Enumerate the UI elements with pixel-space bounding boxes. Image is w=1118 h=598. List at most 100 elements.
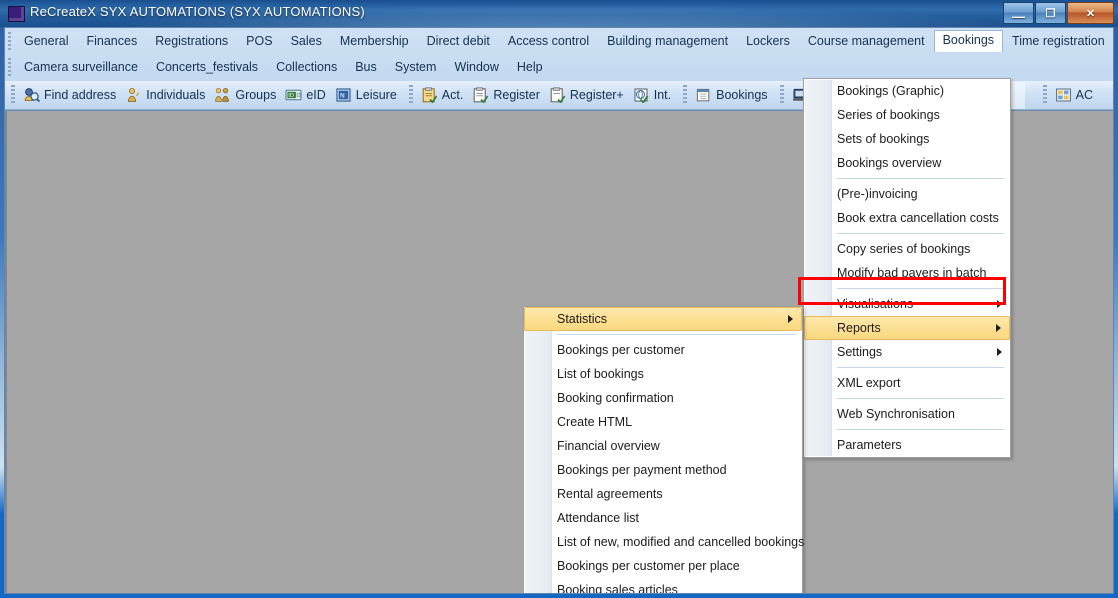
menu-bar-row-1: General Finances Registrations POS Sales… bbox=[5, 28, 1113, 54]
toolbar-int-label: Int. bbox=[654, 88, 671, 102]
menu-membership[interactable]: Membership bbox=[331, 31, 418, 52]
menu-item-parameters[interactable]: Parameters bbox=[804, 433, 1010, 457]
menu-collections[interactable]: Collections bbox=[267, 57, 346, 78]
minimize-button[interactable]: — bbox=[1003, 2, 1034, 24]
menu-course-management[interactable]: Course management bbox=[799, 31, 934, 52]
menu-separator bbox=[837, 178, 1004, 179]
maximize-button[interactable]: ❐ bbox=[1035, 2, 1066, 24]
menu-item-settings[interactable]: Settings bbox=[804, 340, 1010, 364]
activity-clipboard-icon bbox=[421, 87, 438, 103]
toolbar-register-plus-label: Register+ bbox=[570, 88, 624, 102]
toolbar-act-button[interactable]: Act. bbox=[418, 85, 470, 105]
menu-item-pre-invoicing[interactable]: (Pre-)invoicing bbox=[804, 182, 1010, 206]
menu-item-visualisations-label: Visualisations bbox=[837, 297, 913, 311]
toolbar-register-plus-button[interactable]: Register+ bbox=[546, 85, 630, 105]
menu-window[interactable]: Window bbox=[445, 57, 507, 78]
menu-item-series-of-bookings[interactable]: Series of bookings bbox=[804, 103, 1010, 127]
submenu-item-bookings-per-payment-method[interactable]: Bookings per payment method bbox=[524, 458, 802, 482]
toolbar-ac-button[interactable]: AC bbox=[1052, 85, 1099, 105]
menu-separator bbox=[557, 334, 796, 335]
menu-direct-debit[interactable]: Direct debit bbox=[418, 31, 499, 52]
maximize-icon: ❐ bbox=[1036, 3, 1065, 23]
toolbar-int-button[interactable]: Int. bbox=[630, 85, 677, 105]
toolbar-grip-3[interactable] bbox=[683, 85, 687, 105]
menu-item-settings-label: Settings bbox=[837, 345, 882, 359]
menu-item-copy-series-of-bookings[interactable]: Copy series of bookings bbox=[804, 237, 1010, 261]
toolbar-grip-1[interactable] bbox=[11, 85, 15, 105]
menu-lockers[interactable]: Lockers bbox=[737, 31, 799, 52]
toolbar-leisure-button[interactable]: N Leisure bbox=[332, 85, 403, 105]
toolbar-act-label: Act. bbox=[442, 88, 464, 102]
close-button[interactable]: ✕ bbox=[1067, 2, 1114, 24]
app-window-icon bbox=[8, 6, 25, 22]
submenu-item-attendance-list[interactable]: Attendance list bbox=[524, 506, 802, 530]
menu-bar-row-2: Camera surveillance Concerts_festivals C… bbox=[5, 54, 1113, 80]
submenu-item-list-of-bookings[interactable]: List of bookings bbox=[524, 362, 802, 386]
menu-system[interactable]: System bbox=[386, 57, 446, 78]
bookings-dropdown-menu: Bookings (Graphic) Series of bookings Se… bbox=[803, 78, 1011, 458]
close-icon: ✕ bbox=[1068, 3, 1113, 23]
menu-bar: General Finances Registrations POS Sales… bbox=[5, 28, 1113, 81]
menu-item-sets-of-bookings[interactable]: Sets of bookings bbox=[804, 127, 1010, 151]
toolbar-grip-5[interactable] bbox=[1043, 85, 1047, 105]
toolbar-grip-2[interactable] bbox=[409, 85, 413, 105]
menu-item-web-synchronisation[interactable]: Web Synchronisation bbox=[804, 402, 1010, 426]
toolbar-find-address-button[interactable]: Find address bbox=[20, 85, 122, 105]
menu-bookings[interactable]: Bookings bbox=[934, 30, 1003, 52]
menu-general[interactable]: General bbox=[15, 31, 77, 52]
menu-item-xml-export[interactable]: XML export bbox=[804, 371, 1010, 395]
menu-registrations[interactable]: Registrations bbox=[146, 31, 237, 52]
menu-item-bookings-graphic[interactable]: Bookings (Graphic) bbox=[804, 79, 1010, 103]
menu-concerts-festivals[interactable]: Concerts_festivals bbox=[147, 57, 267, 78]
svg-text:N: N bbox=[340, 92, 345, 100]
toolbar-individuals-button[interactable]: Individuals bbox=[122, 85, 211, 105]
toolbar-register-button[interactable]: Register bbox=[469, 85, 546, 105]
menu-finances[interactable]: Finances bbox=[77, 31, 146, 52]
menu-item-book-extra-cancellation-costs[interactable]: Book extra cancellation costs bbox=[804, 206, 1010, 230]
submenu-item-list-new-modified-cancelled[interactable]: List of new, modified and cancelled book… bbox=[524, 530, 802, 554]
minimize-icon: — bbox=[1004, 3, 1033, 23]
menu-separator bbox=[837, 367, 1004, 368]
submenu-item-booking-sales-articles[interactable]: Booking sales articles bbox=[524, 578, 802, 594]
eid-card-icon: ID bbox=[285, 87, 302, 103]
toolbar-bookings-button[interactable]: Bookings bbox=[692, 85, 773, 105]
window-frame: ReCreateX SYX AUTOMATIONS (SYX AUTOMATIO… bbox=[0, 0, 1118, 598]
menu-camera-surveillance[interactable]: Camera surveillance bbox=[15, 57, 147, 78]
menu-building-management[interactable]: Building management bbox=[598, 31, 737, 52]
menu-bus[interactable]: Bus bbox=[346, 57, 386, 78]
submenu-item-create-html[interactable]: Create HTML bbox=[524, 410, 802, 434]
menu-help[interactable]: Help bbox=[508, 57, 552, 78]
toolbar-ac-label: AC bbox=[1076, 88, 1093, 102]
toolbar-leisure-label: Leisure bbox=[356, 88, 397, 102]
find-address-icon bbox=[23, 87, 40, 103]
menu-separator bbox=[837, 429, 1004, 430]
menu-item-bookings-overview[interactable]: Bookings overview bbox=[804, 151, 1010, 175]
menu-item-modify-bad-payers-in-batch[interactable]: Modify bad payers in batch bbox=[804, 261, 1010, 285]
menu-item-reports[interactable]: Reports bbox=[804, 316, 1010, 340]
window-controls: — ❐ ✕ bbox=[1003, 2, 1114, 24]
toolbar-eid-button[interactable]: ID eID bbox=[282, 85, 331, 105]
leisure-card-icon: N bbox=[335, 87, 352, 103]
submenu-item-statistics-label: Statistics bbox=[557, 312, 607, 326]
menu-sales[interactable]: Sales bbox=[282, 31, 331, 52]
groups-people-icon bbox=[214, 87, 231, 103]
menu-item-visualisations[interactable]: Visualisations bbox=[804, 292, 1010, 316]
menu-access-control[interactable]: Access control bbox=[499, 31, 598, 52]
menu-drag-grip-2[interactable] bbox=[8, 58, 11, 76]
menu-pos[interactable]: POS bbox=[237, 31, 281, 52]
menu-drag-grip[interactable] bbox=[8, 32, 11, 50]
submenu-item-statistics[interactable]: Statistics bbox=[524, 307, 802, 331]
toolbar-groups-button[interactable]: Groups bbox=[211, 85, 282, 105]
chevron-right-icon bbox=[997, 348, 1002, 356]
client-area: General Finances Registrations POS Sales… bbox=[4, 27, 1114, 594]
submenu-item-rental-agreements[interactable]: Rental agreements bbox=[524, 482, 802, 506]
menu-time-registration[interactable]: Time registration bbox=[1003, 31, 1114, 52]
title-bar: ReCreateX SYX AUTOMATIONS (SYX AUTOMATIO… bbox=[0, 0, 1118, 27]
submenu-item-bookings-per-customer[interactable]: Bookings per customer bbox=[524, 338, 802, 362]
toolbar-grip-4[interactable] bbox=[780, 85, 784, 105]
submenu-item-financial-overview[interactable]: Financial overview bbox=[524, 434, 802, 458]
submenu-item-bookings-per-customer-per-place[interactable]: Bookings per customer per place bbox=[524, 554, 802, 578]
bookings-menu-items: Bookings (Graphic) Series of bookings Se… bbox=[804, 79, 1010, 457]
toolbar-groups-label: Groups bbox=[235, 88, 276, 102]
submenu-item-booking-confirmation[interactable]: Booking confirmation bbox=[524, 386, 802, 410]
